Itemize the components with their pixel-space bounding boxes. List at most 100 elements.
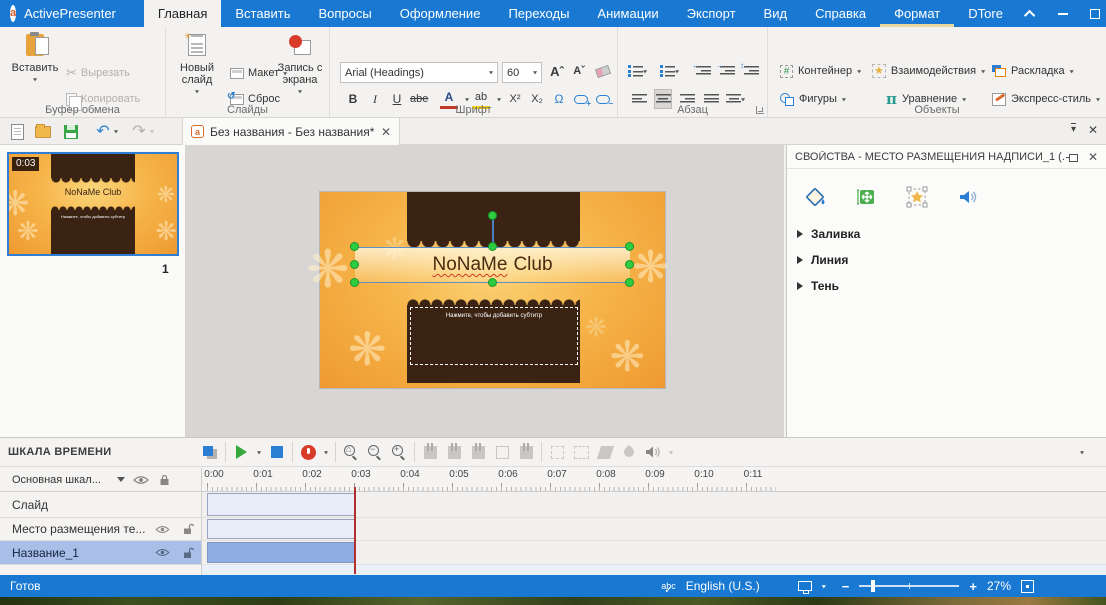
resize-handle-mid-right[interactable] bbox=[625, 260, 634, 269]
lock-toggle[interactable] bbox=[175, 523, 201, 535]
slide-editor[interactable]: ❋ ❋ ❋ ❋ ❋ ❋ NoNaMe Club bbox=[306, 192, 669, 388]
timeline-bar-title[interactable] bbox=[207, 542, 355, 563]
audio-tools-button[interactable] bbox=[641, 440, 665, 464]
resize-handle-mid-left[interactable] bbox=[350, 260, 359, 269]
zoom-slider[interactable] bbox=[859, 580, 960, 592]
properties-close-icon[interactable]: ✕ bbox=[1088, 150, 1098, 164]
section-fill[interactable]: Заливка bbox=[787, 221, 1106, 247]
document-tab[interactable]: a Без названия - Без названия* ✕ bbox=[182, 118, 400, 145]
menu-tab-export[interactable]: Экспорт bbox=[673, 0, 750, 27]
subtitle-placeholder-box[interactable]: Нажмите, чтобы добавить субтитр bbox=[410, 307, 578, 365]
paragraph-dialog-launcher[interactable] bbox=[756, 106, 764, 114]
interactions-button[interactable]: ★ Взаимодействия bbox=[872, 61, 985, 81]
save-button[interactable] bbox=[60, 121, 82, 142]
pin-icon[interactable] bbox=[1066, 153, 1078, 162]
arrange-button[interactable]: Раскладка bbox=[992, 61, 1074, 81]
font-size-select[interactable]: 60 bbox=[502, 62, 542, 83]
resize-handle-bottom-center[interactable] bbox=[488, 278, 497, 287]
lock-toggle[interactable] bbox=[175, 547, 201, 559]
bullet-list-button[interactable] bbox=[628, 61, 647, 81]
section-shadow[interactable]: Тень bbox=[787, 273, 1106, 299]
zoom-slider-thumb[interactable] bbox=[871, 580, 876, 592]
blur-effect-button[interactable] bbox=[617, 440, 641, 464]
spell-check-icon[interactable]: abc bbox=[661, 581, 676, 595]
eye-icon[interactable] bbox=[133, 475, 149, 485]
cut-button[interactable]: ✂ Вырезать bbox=[66, 63, 130, 83]
collapse-ribbon-button[interactable] bbox=[1017, 0, 1045, 27]
audio-options-button[interactable] bbox=[665, 440, 677, 464]
menu-tab-insert[interactable]: Вставить bbox=[221, 0, 304, 27]
track-row-title[interactable]: Название_1 bbox=[0, 541, 1106, 565]
menu-tab-format[interactable]: Формат bbox=[880, 0, 955, 27]
undo-history-button[interactable] bbox=[110, 121, 122, 142]
remove-time-button[interactable] bbox=[569, 440, 593, 464]
delete-range-button[interactable] bbox=[466, 440, 490, 464]
new-document-button[interactable] bbox=[6, 121, 28, 142]
minimize-button[interactable] bbox=[1049, 0, 1077, 27]
decrease-indent-button[interactable]: ← bbox=[692, 61, 712, 81]
paste-button[interactable]: Вставить bbox=[8, 31, 62, 86]
canvas[interactable]: ❋ ❋ ❋ ❋ ❋ ❋ NoNaMe Club bbox=[186, 145, 784, 437]
resize-handle-top-left[interactable] bbox=[350, 242, 359, 251]
menu-tab-animations[interactable]: Анимации bbox=[583, 0, 672, 27]
dropdown-caret[interactable] bbox=[822, 582, 826, 589]
timeline-ruler[interactable]: 0:00 0:01 0:02 0:03 0:04 0:05 0:06 0:07 … bbox=[202, 468, 1106, 492]
fit-to-window-icon[interactable] bbox=[1021, 579, 1034, 593]
playhead[interactable] bbox=[354, 487, 356, 574]
menu-tab-design[interactable]: Оформление bbox=[386, 0, 495, 27]
resize-handle-bottom-left[interactable] bbox=[350, 278, 359, 287]
font-family-select[interactable]: Arial (Headings) bbox=[340, 62, 498, 83]
visibility-toggle[interactable] bbox=[149, 548, 175, 557]
menu-tab-home[interactable]: Главная bbox=[143, 0, 222, 27]
crop-range-button[interactable] bbox=[490, 440, 514, 464]
container-button[interactable]: # Контейнер bbox=[780, 61, 861, 81]
language-selector[interactable]: English (U.S.) bbox=[686, 579, 760, 593]
zoom-fit-button[interactable]: ⌂ bbox=[339, 440, 363, 464]
clear-formatting-button[interactable] bbox=[594, 61, 612, 81]
stop-button[interactable] bbox=[265, 440, 289, 464]
interactivity-tab[interactable] bbox=[903, 183, 931, 211]
split-object-button[interactable] bbox=[418, 440, 442, 464]
zoom-out-control[interactable]: − bbox=[842, 579, 850, 594]
zoom-in-button[interactable]: + bbox=[387, 440, 411, 464]
play-options-button[interactable] bbox=[253, 440, 265, 464]
menu-tab-questions[interactable]: Вопросы bbox=[304, 0, 385, 27]
close-all-icon[interactable]: ✕ bbox=[1088, 123, 1098, 137]
line-spacing-button[interactable]: ↕ bbox=[740, 61, 760, 81]
zoom-in-control[interactable]: + bbox=[969, 579, 977, 594]
menu-tab-dtore[interactable]: DTore bbox=[954, 0, 1017, 27]
record-narration-button[interactable] bbox=[296, 440, 320, 464]
timeline-bar-text-placeholder[interactable] bbox=[207, 519, 355, 539]
size-properties-tab[interactable] bbox=[853, 183, 881, 211]
redo-history-button[interactable] bbox=[146, 121, 158, 142]
panel-layout-button[interactable] bbox=[198, 440, 222, 464]
record-options-button[interactable] bbox=[320, 440, 332, 464]
section-line[interactable]: Линия bbox=[787, 247, 1106, 273]
menu-tab-view[interactable]: Вид bbox=[750, 0, 802, 27]
join-object-button[interactable] bbox=[442, 440, 466, 464]
timeline-bar-slide[interactable] bbox=[207, 493, 355, 516]
increase-indent-button[interactable]: → bbox=[716, 61, 736, 81]
increase-font-button[interactable]: Aˆ bbox=[548, 61, 566, 81]
insert-range-button[interactable] bbox=[514, 440, 538, 464]
new-slide-button[interactable]: ✳ Новый слайд bbox=[170, 31, 224, 98]
resize-handle-top-center[interactable] bbox=[488, 242, 497, 251]
view-mode-icon[interactable] bbox=[797, 581, 812, 594]
lock-icon[interactable] bbox=[159, 474, 170, 486]
menu-tab-transitions[interactable]: Переходы bbox=[494, 0, 583, 27]
audio-tab[interactable] bbox=[953, 183, 981, 211]
maximize-button[interactable] bbox=[1081, 0, 1106, 27]
timeline-scale-selector[interactable]: Основная шкал... bbox=[0, 468, 202, 492]
open-button[interactable] bbox=[32, 121, 54, 142]
play-button[interactable] bbox=[229, 440, 253, 464]
visibility-toggle[interactable] bbox=[149, 525, 175, 534]
fill-style-tab[interactable] bbox=[803, 183, 831, 211]
close-document-icon[interactable]: ✕ bbox=[381, 125, 391, 139]
numbered-list-button[interactable] bbox=[660, 61, 679, 81]
track-row-slide[interactable]: Слайд bbox=[0, 492, 1106, 518]
timeline-more-button[interactable] bbox=[1070, 440, 1094, 464]
insert-time-button[interactable] bbox=[545, 440, 569, 464]
decrease-font-button[interactable]: Aˇ bbox=[570, 61, 588, 81]
zoom-out-button[interactable]: − bbox=[363, 440, 387, 464]
record-screen-button[interactable]: Запись с экрана bbox=[272, 31, 328, 98]
